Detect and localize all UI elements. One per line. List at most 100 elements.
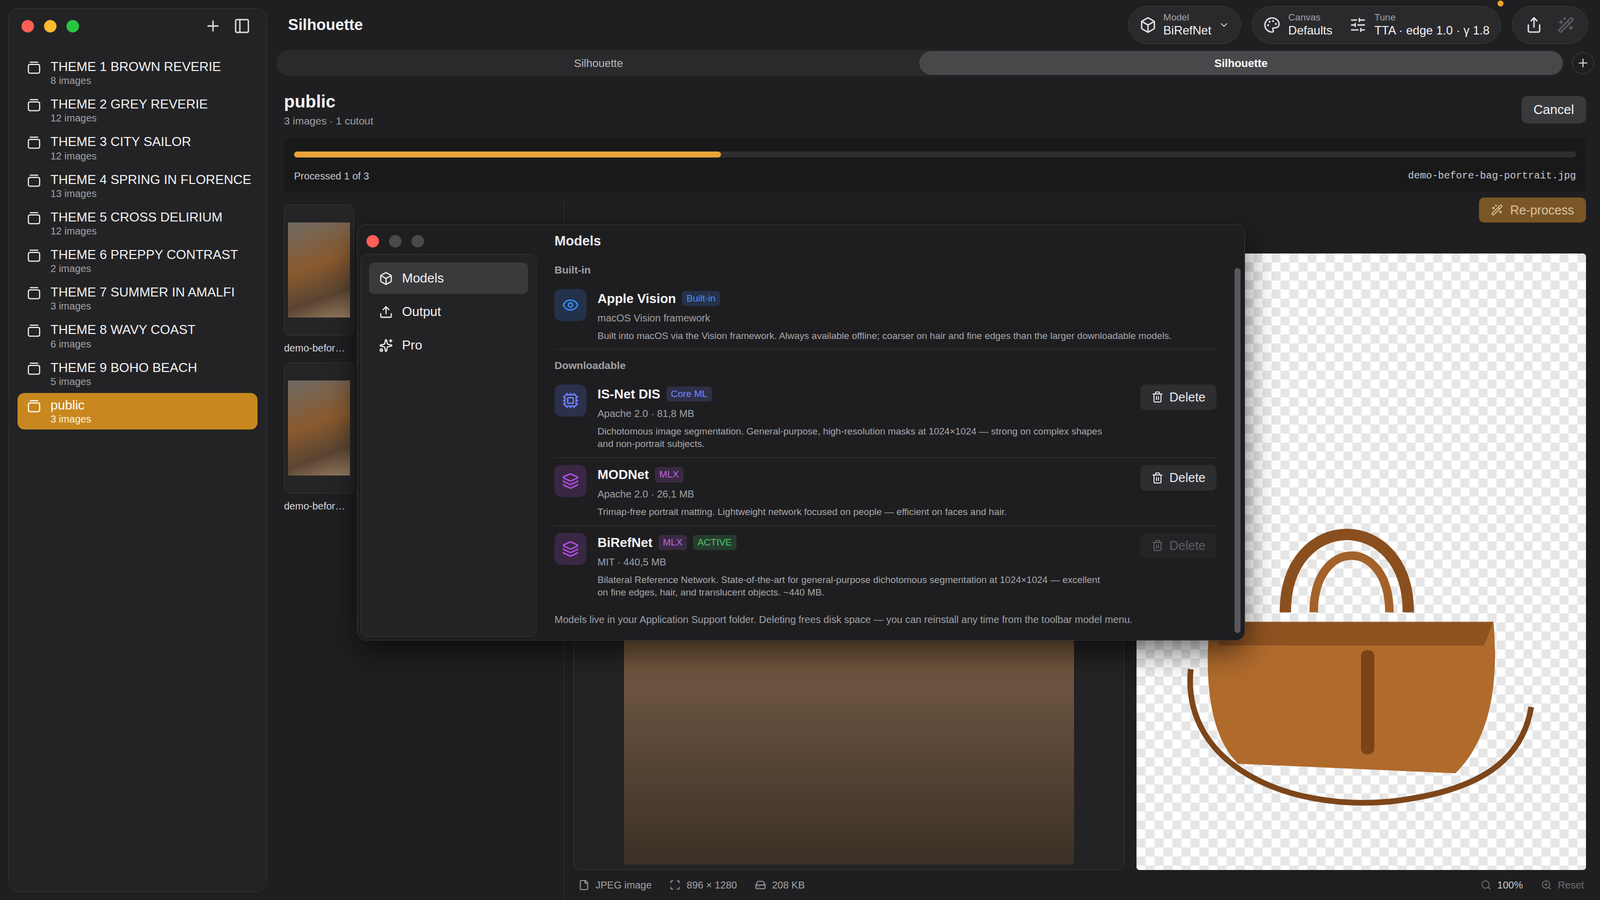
- sidebar-item[interactable]: THEME 4 SPRING IN FLORENCE13 images: [17, 167, 258, 204]
- sidebar-item[interactable]: THEME 5 CROSS DELIRIUM12 images: [17, 205, 258, 242]
- palette-icon: [1263, 16, 1281, 34]
- settings-nav-item[interactable]: Models: [369, 262, 528, 294]
- settings-window-controls: [360, 228, 537, 254]
- collection-count: 13 images: [50, 187, 249, 200]
- app-window: THEME 1 BROWN REVERIE8 imagesTHEME 2 GRE…: [0, 0, 1600, 900]
- collection-count: 2 images: [50, 262, 238, 275]
- sidebar-item[interactable]: THEME 2 GREY REVERIE12 images: [17, 92, 258, 129]
- chevron-down-icon: [1218, 19, 1230, 31]
- sidebar-item[interactable]: THEME 3 CITY SAILOR12 images: [17, 129, 258, 166]
- collection-name: THEME 2 GREY REVERIE: [50, 96, 208, 112]
- collection-icon: [26, 323, 42, 338]
- tune-button[interactable]: TuneTTA · edge 1.0 · γ 1.8: [1349, 12, 1490, 38]
- model-row: BiRefNetMLXACTIVEMIT · 440,5 MBBilateral…: [554, 526, 1217, 606]
- cube-icon: [1139, 16, 1157, 34]
- sidebar-item[interactable]: THEME 6 PREPPY CONTRAST2 images: [17, 242, 258, 279]
- cube-icon: [379, 271, 393, 286]
- share-icon[interactable]: [1525, 16, 1543, 34]
- scrollbar[interactable]: [1234, 225, 1245, 640]
- zoom-level[interactable]: 100%: [1497, 877, 1523, 893]
- window-title: Silhouette: [288, 13, 363, 37]
- new-tab-button[interactable]: [1572, 52, 1594, 74]
- collection-count: 3 images: [50, 300, 235, 312]
- close-button[interactable]: [21, 20, 34, 33]
- trash-icon: [1151, 539, 1164, 552]
- eye-icon: [562, 296, 579, 314]
- toolbar-label: Model: [1163, 12, 1212, 24]
- delete-button[interactable]: Delete: [1140, 533, 1217, 559]
- sidebar-item[interactable]: THEME 9 BOHO BEACH5 images: [17, 355, 258, 392]
- cancel-button[interactable]: Cancel: [1521, 96, 1586, 124]
- sidebar-toggle-icon[interactable]: [233, 17, 251, 35]
- zoom-button[interactable]: [411, 235, 424, 248]
- tab-bar: SilhouetteSilhouette: [276, 50, 1594, 76]
- minimize-button[interactable]: [44, 20, 57, 33]
- model-name: BiRefNet: [597, 533, 653, 553]
- tab[interactable]: Silhouette: [277, 51, 920, 75]
- settings-nav-item[interactable]: Pro: [369, 329, 528, 361]
- add-icon[interactable]: [204, 17, 222, 35]
- sliders-icon: [1349, 16, 1367, 34]
- layers-icon: [562, 472, 579, 490]
- delete-button[interactable]: Delete: [1140, 465, 1217, 491]
- model-meta: macOS Vision framework: [597, 310, 1217, 326]
- file-icon: [578, 879, 590, 891]
- thumbnail[interactable]: demo-befor…: [284, 204, 354, 356]
- collection-name: THEME 4 SPRING IN FLORENCE: [50, 172, 249, 188]
- settings-nav-item[interactable]: Output: [369, 296, 528, 328]
- zoom-button[interactable]: [66, 20, 79, 33]
- collection-name: THEME 8 WAVY COAST: [50, 322, 196, 338]
- model-row: MODNetMLXApache 2.0 · 26,1 MBTrimap-free…: [554, 458, 1217, 526]
- collection-icon: [26, 285, 42, 301]
- sidebar-item[interactable]: THEME 8 WAVY COAST6 images: [17, 317, 258, 354]
- thumbnail[interactable]: demo-befor…: [284, 362, 354, 514]
- reset-button[interactable]: Reset: [1541, 877, 1586, 893]
- settings-title: Models: [554, 228, 1217, 254]
- delete-button[interactable]: Delete: [1140, 384, 1217, 411]
- model-meta: Apache 2.0 · 81,8 MB: [597, 406, 1130, 421]
- toolbar-value: TTA · edge 1.0 · γ 1.8: [1374, 23, 1490, 38]
- model-name: Apple Vision: [597, 289, 676, 309]
- settings-window: ModelsOutputProModelsBuilt-inApple Visio…: [357, 224, 1245, 641]
- collection-icon: [26, 97, 42, 113]
- close-button[interactable]: [366, 235, 379, 248]
- model-description: Trimap-free portrait matting. Lightweigh…: [597, 505, 1130, 519]
- collection-name: THEME 6 PREPPY CONTRAST: [50, 247, 238, 263]
- status-bar: JPEG image896 × 1280208 KB100%Reset: [573, 870, 1586, 900]
- model-name: MODNet: [597, 465, 649, 485]
- magic-wand-icon[interactable]: [1557, 16, 1575, 34]
- collection-icon: [26, 248, 42, 263]
- thumbnail-photo: [288, 222, 350, 318]
- collection-icon: [26, 173, 42, 188]
- collection-name: THEME 5 CROSS DELIRIUM: [50, 209, 223, 225]
- model-badge: Built-in: [682, 291, 720, 307]
- model-meta: Apache 2.0 · 26,1 MB: [597, 486, 1130, 502]
- reprocess-button[interactable]: Re-process: [1479, 197, 1586, 223]
- collection-icon: [26, 361, 42, 376]
- collection-title: public: [284, 91, 374, 112]
- zoom-reset-icon: [1541, 879, 1552, 891]
- sidebar-item[interactable]: public3 images: [17, 393, 258, 430]
- toolbar-value: Defaults: [1288, 23, 1333, 38]
- model-icon: [554, 384, 587, 417]
- collection-list: THEME 1 BROWN REVERIE8 imagesTHEME 2 GRE…: [8, 43, 267, 430]
- model-picker[interactable]: ModelBiRefNet: [1128, 6, 1241, 44]
- collection-name: THEME 1 BROWN REVERIE: [50, 59, 221, 75]
- minimize-button[interactable]: [389, 235, 402, 248]
- model-row: Apple Vision Built-in macOS Vision framewo…: [554, 282, 1217, 350]
- section-title: Downloadable: [554, 353, 1217, 378]
- tab[interactable]: Silhouette: [919, 51, 1563, 75]
- output-icon: [379, 305, 393, 319]
- sidebar-item[interactable]: THEME 7 SUMMER IN AMALFI3 images: [17, 280, 258, 317]
- progress-file: demo-before-bag-portrait.jpg: [1408, 168, 1576, 184]
- toolbar-value: BiRefNet: [1163, 23, 1212, 38]
- sparkles-icon: [379, 338, 393, 353]
- model-section: DownloadableIS-Net DISCore MLApache 2.0 …: [554, 353, 1217, 606]
- thumbnail-photo: [288, 380, 350, 476]
- collection-count: 6 images: [50, 338, 196, 350]
- file-size-icon: [755, 879, 766, 891]
- canvas-button[interactable]: CanvasDefaults: [1263, 12, 1333, 38]
- trash-icon: [1151, 472, 1164, 484]
- sidebar-item[interactable]: THEME 1 BROWN REVERIE8 images: [17, 54, 258, 91]
- trash-icon: [1151, 391, 1164, 403]
